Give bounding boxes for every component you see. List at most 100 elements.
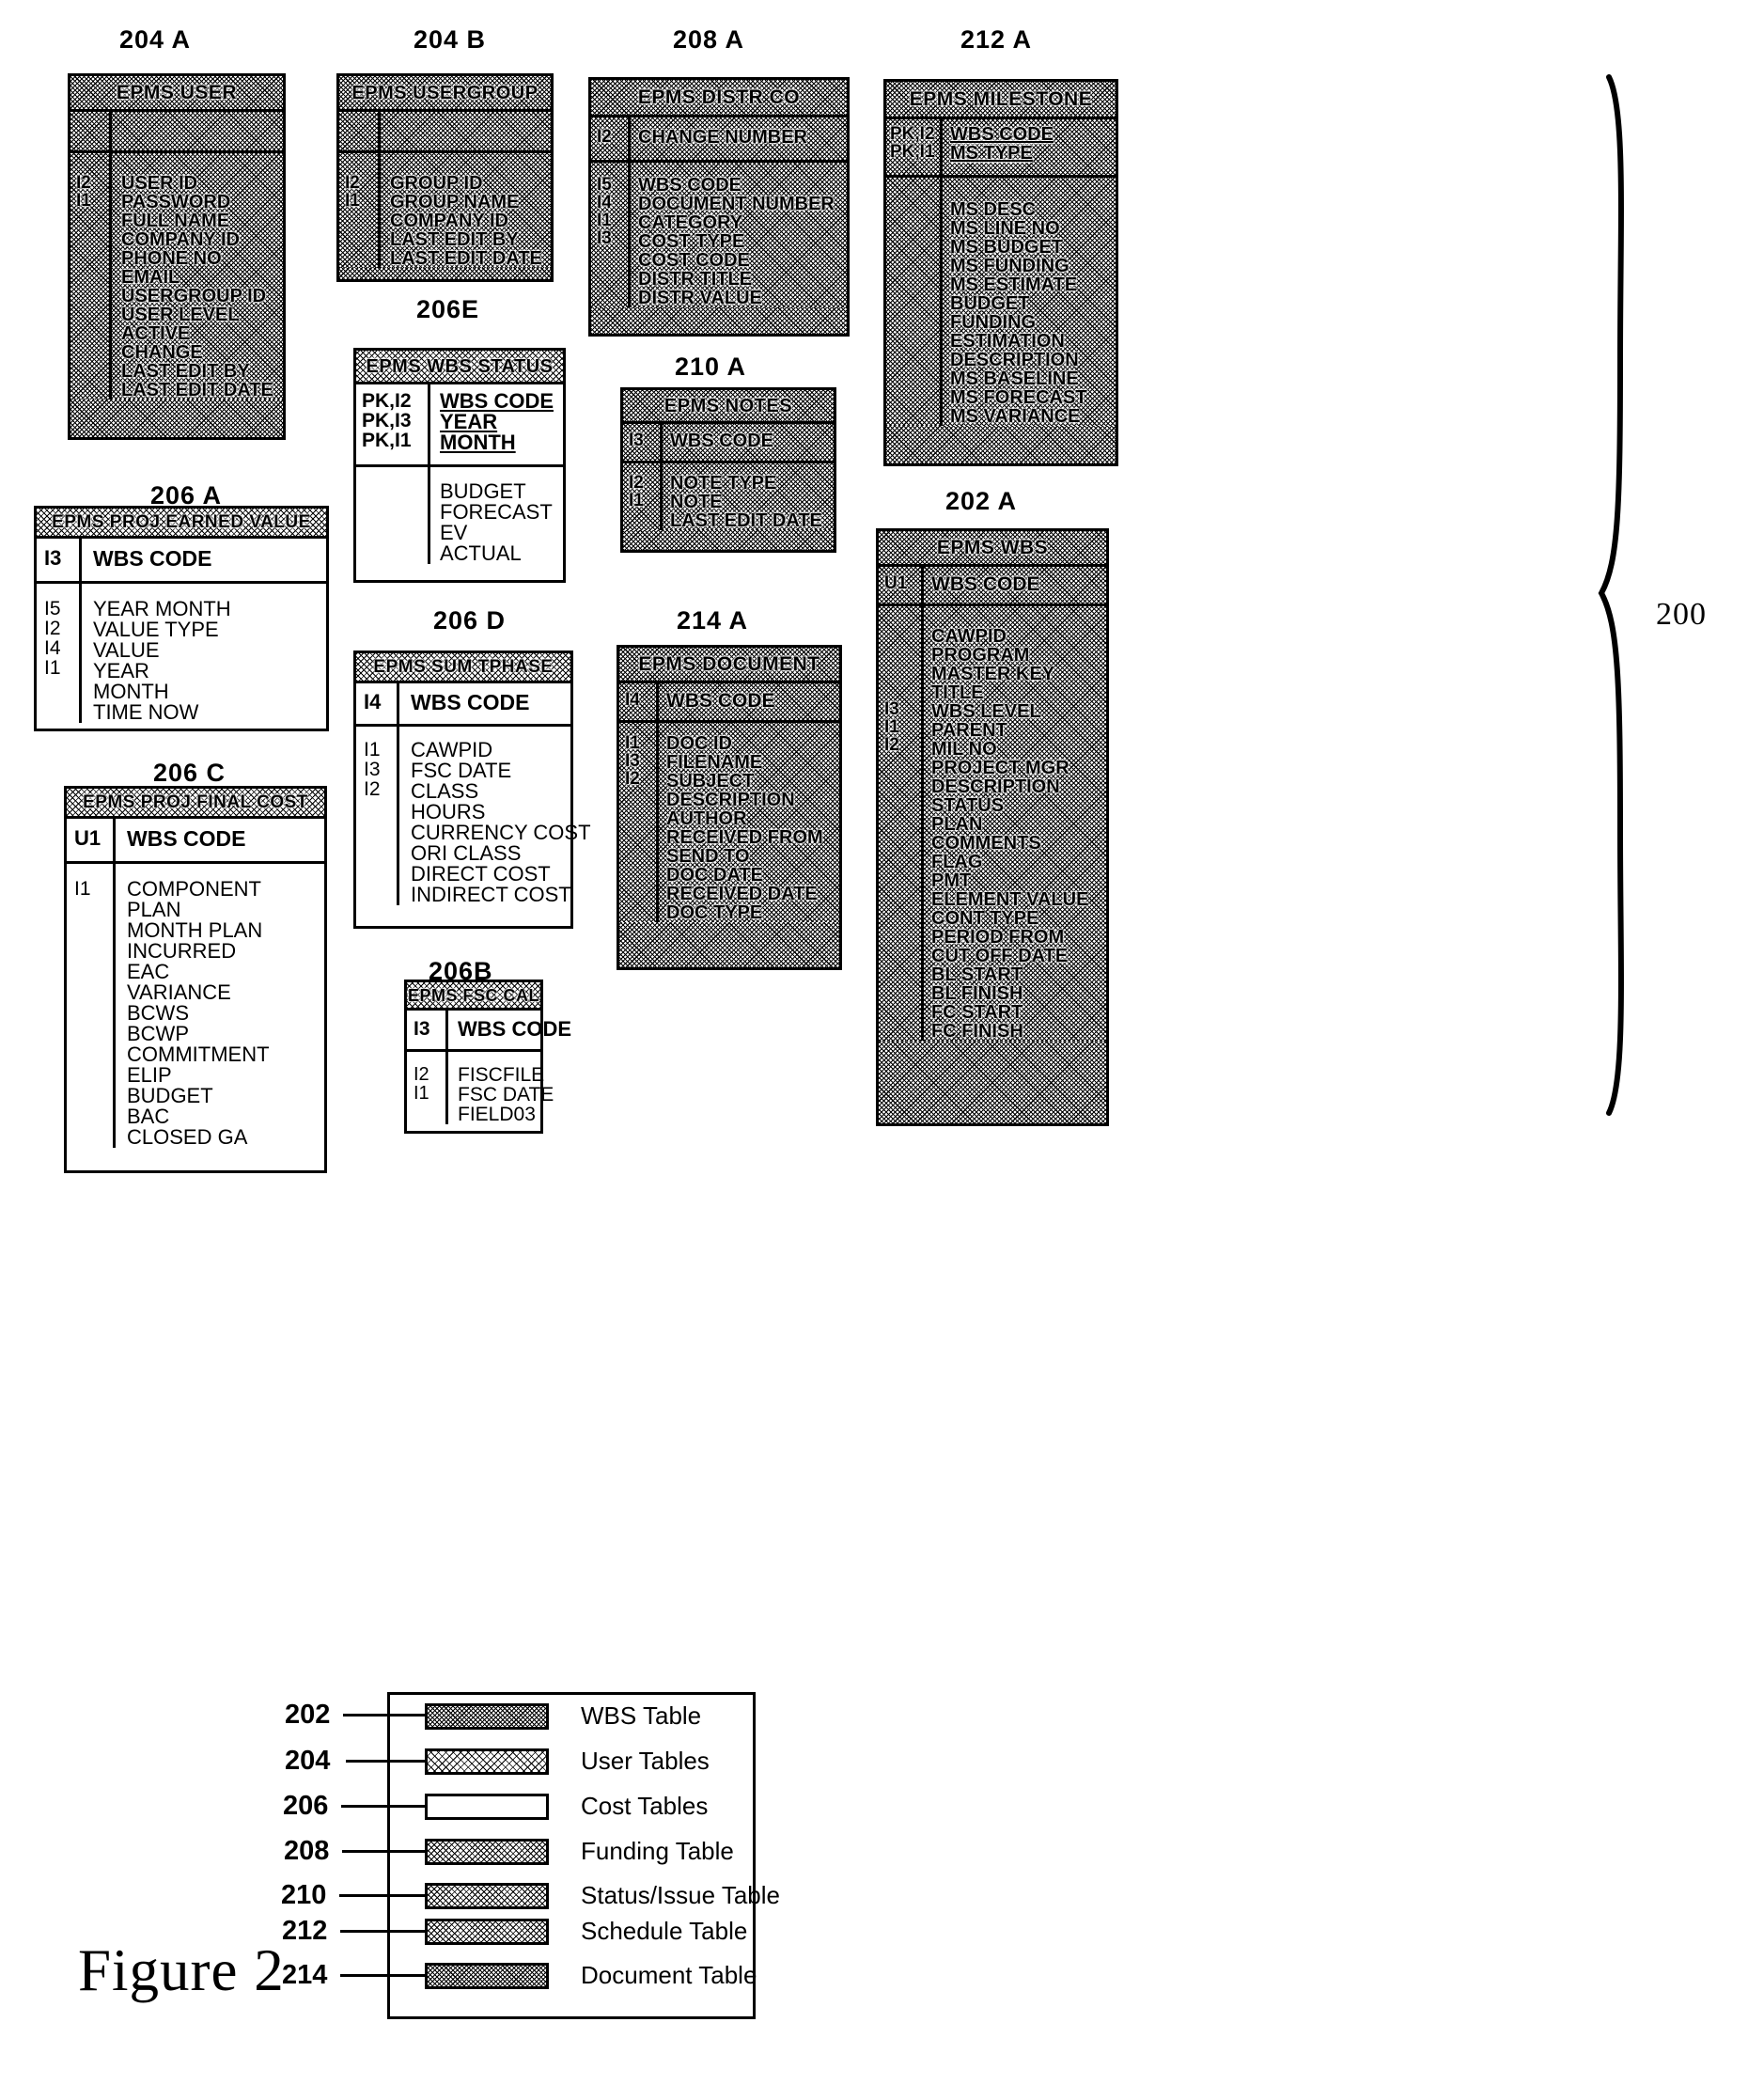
legend-leader-214: 214 [282, 1960, 328, 1990]
legend-label-schedule: Schedule Table [581, 1917, 748, 1945]
entity-epms-wbs: EPMS WBS U1 WBS CODE I3 I1 I2 CAWPID PRO… [876, 528, 1109, 1126]
figure-canvas: 204 A 204 B 208 A 212 A 206E 210 A 206 A… [0, 0, 1764, 2085]
ref-label-210a: 210 A [675, 353, 747, 381]
entity-title-epms-user: EPMS USER [70, 76, 283, 112]
legend-leader-212: 212 [282, 1916, 328, 1946]
entity-epms-proj-earned-value: EPMS PROJ EARNED VALUE I3 WBS CODE I5 I2… [34, 506, 329, 731]
entity-title-epms-wbs: EPMS WBS [879, 531, 1106, 567]
entity-title-epms-sum-tphase: EPMS SUM TPHASE [356, 653, 570, 683]
legend-row-cost: Cost Tables [425, 1792, 708, 1821]
entity-epms-wbs-status: EPMS WBS STATUS PK,I2 PK,I3 PK,I1 WBS CO… [353, 348, 566, 583]
key-column: I3 [37, 539, 82, 581]
overall-brace [1588, 73, 1645, 1117]
field-column: NOTE TYPE NOTE LAST EDIT DATE [663, 463, 834, 530]
legend-row-user: User Tables [425, 1747, 710, 1776]
legend-row-funding: Funding Table [425, 1837, 734, 1866]
entity-title-epms-usergroup: EPMS USERGROUP [339, 76, 551, 112]
legend-swatch-wbs [425, 1702, 549, 1730]
field-column: DOC ID FILENAME SUBJECT DESCRIPTION AUTH… [659, 723, 839, 922]
key-field-column: WBS CODE [458, 1017, 571, 1041]
entity-epms-distr-co: EPMS DISTR CO I2 CHANGE NUMBER I5 I4 I1 … [588, 77, 850, 337]
key-column: I3 [623, 424, 663, 461]
key-column: I5 I2 I4 I1 [37, 584, 82, 723]
entity-title-epms-milestone: EPMS MILESTONE [886, 82, 1116, 119]
key-field-column: WBS CODE YEAR MONTH [440, 389, 554, 454]
ref-label-206c: 206 C [153, 759, 226, 787]
legend-swatch-cost [425, 1793, 549, 1820]
legend-row-schedule: Schedule Table [425, 1917, 747, 1946]
legend-row-status: Status/Issue Table [425, 1881, 780, 1910]
legend-leader-204: 204 [285, 1746, 331, 1776]
ref-label-204a: 204 A [119, 25, 192, 54]
field-column: WBS CODE DOCUMENT NUMBER CATEGORY COST T… [631, 163, 847, 307]
key-column: I2 I1 [407, 1052, 448, 1124]
key-field-column: WBS CODE [924, 567, 1106, 604]
key-column: I4 [356, 683, 399, 724]
key-field-column: WBS CODE [127, 826, 246, 851]
key-field-column: CHANGE NUMBER [631, 118, 847, 160]
field-column: CAWPID PROGRAM MASTER KEY TITLE WBS LEVE… [924, 606, 1106, 1041]
entity-title-epms-notes: EPMS NOTES [623, 390, 834, 424]
field-column: BUDGET FORECAST EV ACTUAL [440, 479, 553, 565]
key-column: I3 [407, 1011, 448, 1049]
legend-label-funding: Funding Table [581, 1837, 734, 1865]
key-column: I1 I3 I2 [619, 723, 659, 922]
legend-leader-210: 210 [281, 1880, 327, 1910]
key-column: I1 I3 I2 [356, 727, 399, 905]
legend-label-user: User Tables [581, 1747, 710, 1775]
legend-label-wbs: WBS Table [581, 1701, 702, 1730]
key-field-column: WBS CODE [659, 683, 839, 720]
key-column: I2 I1 [623, 463, 663, 530]
key-column: I5 I4 I1 I3 [591, 163, 631, 307]
overall-ref-number: 200 [1656, 597, 1707, 632]
key-column: U1 [67, 819, 116, 861]
key-column: I2 I1 [339, 153, 381, 268]
entity-epms-document: EPMS DOCUMENT I4 WBS CODE I1 I3 I2 DOC I… [617, 645, 842, 970]
field-column: USER ID PASSWORD FULL NAME COMPANY ID PH… [112, 153, 283, 400]
key-column: I2 [591, 118, 631, 160]
ref-label-206d: 206 D [433, 606, 507, 635]
entity-epms-fsc-cal: EPMS FSC CAL I3 WBS CODE I2 I1 FISCFILE … [404, 980, 571, 1134]
entity-epms-milestone: EPMS MILESTONE PK,I2 PK,I1 WBS CODE MS T… [883, 79, 1118, 466]
key-column: U1 [879, 567, 924, 604]
legend-leader-206: 206 [283, 1791, 329, 1821]
field-column: YEAR MONTH VALUE TYPE VALUE YEAR MONTH T… [93, 597, 231, 724]
key-field-column: WBS CODE MS TYPE [943, 119, 1116, 175]
entity-title-epms-fsc-cal: EPMS FSC CAL [407, 982, 540, 1011]
entity-epms-usergroup: EPMS USERGROUP I2 I1 GROUP ID GROUP NAME… [336, 73, 554, 282]
key-column [356, 467, 430, 564]
entity-epms-sum-tphase: EPMS SUM TPHASE I4 WBS CODE I1 I3 I2 CAW… [353, 651, 591, 929]
entity-epms-user: EPMS USER I2 I1 USER ID PASSWORD FULL NA… [68, 73, 286, 440]
legend-swatch-user [425, 1748, 549, 1775]
field-column: FISCFILE FSC DATE FIELD03 [458, 1064, 554, 1125]
legend-label-cost: Cost Tables [581, 1792, 709, 1820]
key-column: I1 [67, 864, 116, 1148]
legend-label-document: Document Table [581, 1961, 757, 1989]
key-column: I2 I1 [70, 153, 112, 400]
legend-row-wbs: WBS Table [425, 1701, 701, 1731]
entity-title-epms-document: EPMS DOCUMENT [619, 648, 839, 683]
entity-title-epms-distr-co: EPMS DISTR CO [591, 80, 847, 118]
key-column: PK,I2 PK,I3 PK,I1 [356, 384, 430, 464]
key-column: PK,I2 PK,I1 [886, 119, 943, 175]
ref-label-206e: 206E [416, 295, 480, 323]
legend-leader-202: 202 [285, 1700, 331, 1730]
legend-swatch-status [425, 1882, 549, 1909]
legend-swatch-document [425, 1962, 549, 1989]
ref-label-204b: 204 B [414, 25, 487, 54]
ref-label-208a: 208 A [673, 25, 745, 54]
field-column: CAWPID FSC DATE CLASS HOURS CURRENCY COS… [411, 738, 591, 906]
entity-title-epms-proj-earned-value: EPMS PROJ EARNED VALUE [37, 509, 326, 539]
legend-swatch-schedule [425, 1918, 549, 1945]
legend-leader-208: 208 [284, 1836, 330, 1866]
key-field-column: WBS CODE [411, 690, 530, 714]
key-column [886, 178, 943, 426]
legend-label-status: Status/Issue Table [581, 1881, 780, 1909]
entity-epms-notes: EPMS NOTES I3 WBS CODE I2 I1 NOTE TYPE N… [620, 387, 836, 553]
entity-title-epms-proj-final-cost: EPMS PROJ FINAL COST [67, 789, 324, 819]
key-field-column: WBS CODE [93, 546, 212, 571]
ref-label-214a: 214 A [677, 606, 749, 635]
field-column: MS DESC MS LINE NO MS BUDGET MS FUNDING … [943, 178, 1116, 426]
entity-title-epms-wbs-status: EPMS WBS STATUS [356, 351, 563, 384]
field-column: GROUP ID GROUP NAME COMPANY ID LAST EDIT… [381, 153, 551, 268]
